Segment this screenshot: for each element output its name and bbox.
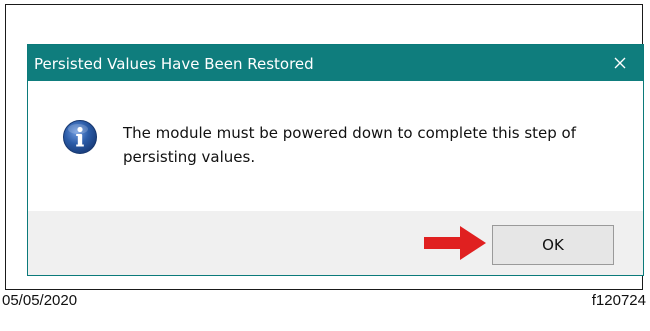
close-button[interactable] [597, 45, 643, 81]
dialog-footer: OK [28, 211, 643, 275]
figure-id: f120724 [591, 292, 646, 309]
dialog-content: The module must be powered down to compl… [28, 81, 643, 211]
message-dialog: Persisted Values Have Been Restored The … [27, 44, 644, 276]
info-icon [63, 120, 97, 154]
close-icon [614, 57, 626, 69]
ok-button[interactable]: OK [492, 225, 614, 265]
dialog-title: Persisted Values Have Been Restored [34, 55, 314, 73]
figure-frame: Persisted Values Have Been Restored The … [5, 4, 644, 290]
dialog-message: The module must be powered down to compl… [123, 124, 577, 166]
date-caption: 05/05/2020 [2, 292, 78, 309]
arrow-right-icon [424, 226, 486, 260]
dialog-titlebar: Persisted Values Have Been Restored [28, 45, 643, 81]
